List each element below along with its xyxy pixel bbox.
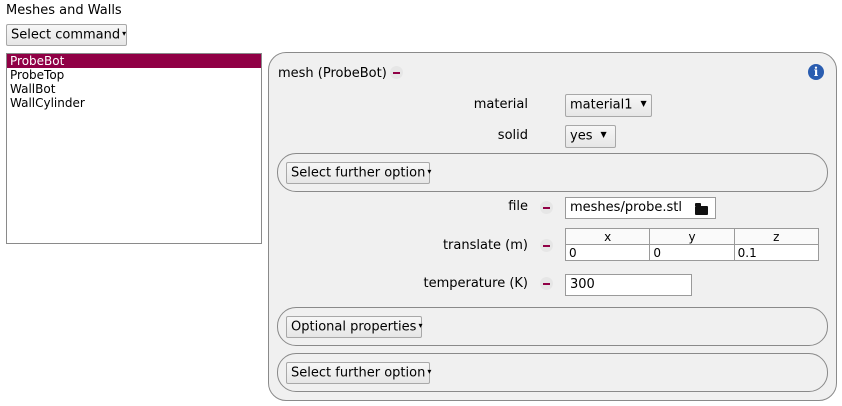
translate-header-row: x y z xyxy=(564,228,820,245)
material-select[interactable]: material1 ▼ xyxy=(565,94,652,117)
solid-select[interactable]: yes ▼ xyxy=(565,125,616,148)
material-label: material xyxy=(473,97,528,112)
remove-translate-icon[interactable] xyxy=(540,239,553,252)
chevron-down-icon: ▾ xyxy=(427,167,432,176)
optional-properties-button[interactable]: Optional properties ▾ xyxy=(286,316,422,338)
list-item-wallbot[interactable]: WallBot xyxy=(7,82,261,96)
select-further-option-button[interactable]: Select further option ▾ xyxy=(286,162,432,184)
solid-label: solid xyxy=(497,128,528,143)
select-further-option-label: Select further option xyxy=(291,165,426,181)
material-value: material1 xyxy=(570,97,633,113)
section-title: Meshes and Walls xyxy=(6,3,122,18)
chevron-down-icon: ▼ xyxy=(640,99,647,108)
solid-value: yes xyxy=(570,128,593,144)
select-command-button[interactable]: Select command ▾ xyxy=(6,24,127,46)
translate-value-row: 0 0 0.1 xyxy=(564,244,820,261)
select-further-option-label-2: Select further option xyxy=(291,365,426,381)
mesh-list[interactable]: ProbeBot ProbeTop WallBot WallCylinder xyxy=(6,53,262,244)
list-item-probebot[interactable]: ProbeBot xyxy=(7,54,261,68)
translate-y-cell[interactable]: 0 xyxy=(649,244,735,261)
temperature-label: temperature (K) xyxy=(423,276,528,291)
chevron-down-icon: ▼ xyxy=(600,130,607,139)
info-icon[interactable]: i xyxy=(808,64,824,80)
column-x: x xyxy=(564,228,651,245)
list-item-probetop[interactable]: ProbeTop xyxy=(7,68,261,82)
file-label: file xyxy=(508,199,528,214)
list-item-wallcylinder[interactable]: WallCylinder xyxy=(7,96,261,110)
file-field[interactable]: meshes/probe.stl xyxy=(565,197,716,219)
translate-x-cell[interactable]: 0 xyxy=(564,244,651,261)
optional-properties-label: Optional properties xyxy=(291,319,417,335)
chevron-down-icon: ▾ xyxy=(122,29,127,38)
column-z: z xyxy=(733,228,820,245)
remove-file-icon[interactable] xyxy=(540,201,553,214)
column-y: y xyxy=(649,228,735,245)
further-option-group-1: Select further option ▾ xyxy=(277,153,828,192)
optional-properties-group: Optional properties ▾ xyxy=(277,307,828,346)
temperature-value: 300 xyxy=(570,277,595,292)
mesh-panel: mesh (ProbeBot) i material material1 ▼ so… xyxy=(268,52,837,401)
translate-label: translate (m) xyxy=(442,238,528,253)
select-command-label: Select command xyxy=(11,27,121,43)
translate-z-cell[interactable]: 0.1 xyxy=(733,244,820,261)
temperature-field[interactable]: 300 xyxy=(565,274,692,296)
remove-mesh-icon[interactable] xyxy=(390,66,403,79)
further-option-group-2: Select further option ▾ xyxy=(277,353,828,392)
translate-table: x y z 0 0 0.1 xyxy=(564,228,820,261)
remove-temperature-icon[interactable] xyxy=(540,277,553,290)
folder-icon[interactable] xyxy=(695,203,708,215)
file-value: meshes/probe.stl xyxy=(570,200,682,215)
chevron-down-icon: ▾ xyxy=(418,321,423,330)
select-further-option-button-2[interactable]: Select further option ▾ xyxy=(286,362,432,384)
chevron-down-icon: ▾ xyxy=(427,367,432,376)
panel-header: mesh (ProbeBot) xyxy=(278,66,387,81)
